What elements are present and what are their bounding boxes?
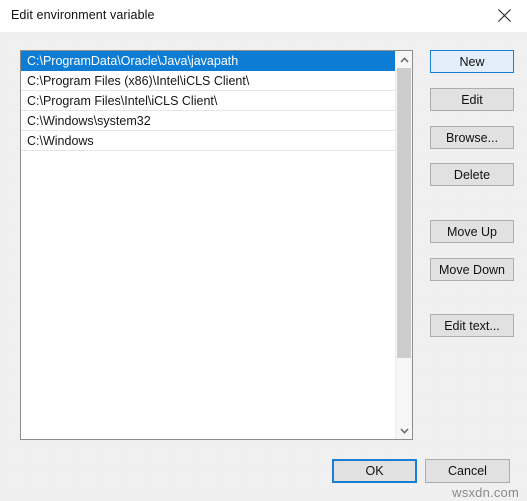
title-bar: Edit environment variable bbox=[0, 0, 527, 33]
browse-button[interactable]: Browse... bbox=[430, 126, 514, 149]
delete-button[interactable]: Delete bbox=[430, 163, 514, 186]
list-item[interactable]: C:\Windows bbox=[21, 131, 396, 151]
edit-text-button[interactable]: Edit text... bbox=[430, 314, 514, 337]
chevron-down-icon[interactable] bbox=[396, 422, 412, 439]
list-item[interactable]: C:\ProgramData\Oracle\Java\javapath bbox=[21, 51, 396, 71]
list-item[interactable]: C:\Program Files\Intel\iCLS Client\ bbox=[21, 91, 396, 111]
dialog-client-area: C:\ProgramData\Oracle\Java\javapath C:\P… bbox=[0, 32, 527, 501]
move-down-button[interactable]: Move Down bbox=[430, 258, 514, 281]
cancel-button[interactable]: Cancel bbox=[425, 459, 510, 483]
new-button[interactable]: New bbox=[430, 50, 514, 73]
edit-button[interactable]: Edit bbox=[430, 88, 514, 111]
list-scrollbar[interactable] bbox=[395, 51, 412, 439]
list-item[interactable]: C:\Program Files (x86)\Intel\iCLS Client… bbox=[21, 71, 396, 91]
chevron-up-icon[interactable] bbox=[396, 51, 412, 68]
list-item[interactable]: C:\Windows\system32 bbox=[21, 111, 396, 131]
path-list-box[interactable]: C:\ProgramData\Oracle\Java\javapath C:\P… bbox=[20, 50, 413, 440]
path-list-rows: C:\ProgramData\Oracle\Java\javapath C:\P… bbox=[21, 51, 396, 151]
edit-environment-variable-dialog: Edit environment variable C:\ProgramData… bbox=[0, 0, 527, 501]
move-up-button[interactable]: Move Up bbox=[430, 220, 514, 243]
ok-button[interactable]: OK bbox=[332, 459, 417, 483]
close-icon[interactable] bbox=[481, 0, 527, 31]
scrollbar-thumb[interactable] bbox=[397, 68, 411, 358]
watermark: wsxdn.com bbox=[452, 485, 519, 500]
window-title: Edit environment variable bbox=[11, 8, 155, 22]
